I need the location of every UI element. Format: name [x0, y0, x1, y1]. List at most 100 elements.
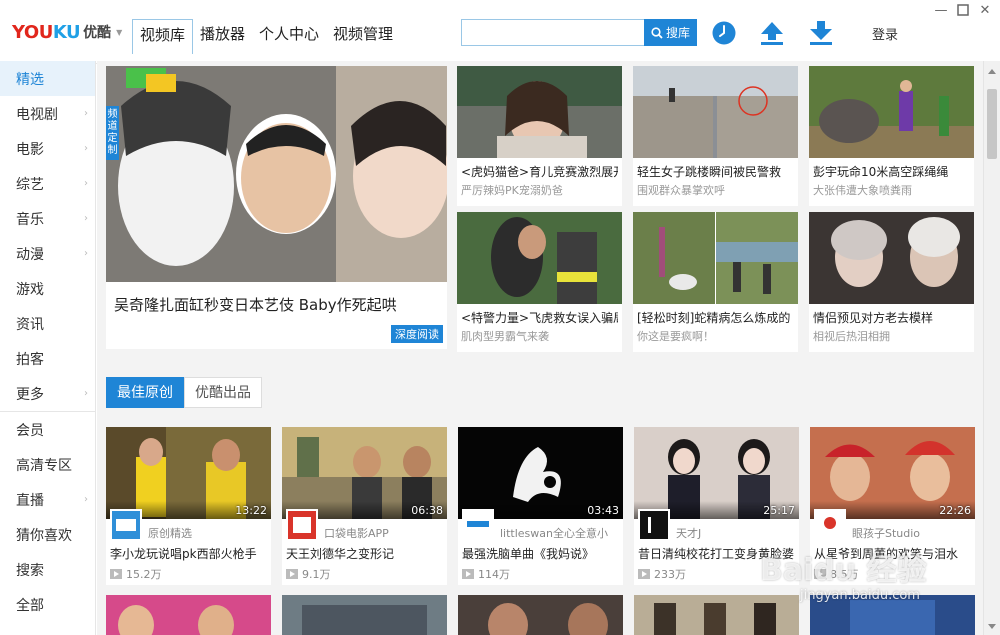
sidebar-item-tv[interactable]: 电视剧 › — [0, 96, 95, 131]
maximize-icon[interactable] — [955, 4, 971, 18]
video-thumbnail-art — [458, 595, 623, 635]
sidebar-item-music[interactable]: 音乐 › — [0, 201, 95, 236]
video-thumbnail: 06:38 — [282, 427, 447, 519]
login-link[interactable]: 登录 — [872, 24, 898, 43]
tab-best-original[interactable]: 最佳原创 — [106, 377, 184, 408]
card-subtitle: 肌肉型男霸气来袭 — [461, 330, 549, 343]
channel-custom-tag[interactable]: 频道定制 — [106, 106, 119, 160]
video-title[interactable]: 天王刘德华之变形记 — [286, 545, 443, 562]
card-thumbnail — [457, 212, 622, 304]
sidebar-item-movies[interactable]: 电影 › — [0, 131, 95, 166]
grid-card[interactable]: 轻生女子跳楼瞬间被民警救 围观群众暴掌欢呼 — [633, 66, 798, 206]
sidebar-item-label: 动漫 — [16, 246, 44, 263]
channel-avatar[interactable] — [638, 509, 670, 541]
grid-card[interactable]: <虎妈猫爸>育儿竞赛激烈展开 严厉辣妈PK宠溺奶爸 — [457, 66, 622, 206]
video-title[interactable]: 最强洗脑单曲《我妈说》 — [462, 545, 619, 562]
sidebar-item-live[interactable]: 直播 › — [0, 482, 95, 517]
video-card[interactable]: 25:17 天才J 昔日清纯校花打工变身黄脸婆 233万 — [634, 427, 799, 585]
youku-logo[interactable]: YOUKU 优酷 ▼ — [12, 20, 122, 44]
main-content: 频道定制 吴奇隆扎面缸秒变日本艺伎 Baby作死起哄 深度阅读 <虎妈猫爸>育儿… — [97, 61, 983, 635]
video-duration: 22:26 — [939, 504, 971, 517]
sidebar-item-games[interactable]: 游戏 — [0, 271, 95, 306]
play-count-icon — [286, 569, 298, 579]
grid-card[interactable]: [轻松时刻]蛇精病怎么炼成的 你这是要疯啊！ — [633, 212, 798, 352]
search-input[interactable] — [461, 19, 644, 46]
channel-name[interactable]: 口袋电影APP — [324, 525, 444, 541]
grid-card[interactable]: 情侣预见对方老去模样 相视后热泪相拥 — [809, 212, 974, 352]
video-title[interactable]: 昔日清纯校花打工变身黄脸婆 — [638, 545, 795, 562]
video-title[interactable]: 从星爷到周董的欢笑与泪水 — [814, 545, 971, 562]
sidebar-item-recommend[interactable]: 猜你喜欢 — [0, 517, 95, 552]
card-title[interactable]: 情侣预见对方老去模样 — [813, 309, 970, 326]
download-icon[interactable] — [808, 20, 834, 46]
featured-banner[interactable]: 频道定制 吴奇隆扎面缸秒变日本艺伎 Baby作死起哄 深度阅读 — [106, 66, 447, 349]
channel-avatar[interactable] — [286, 509, 318, 541]
scroll-thumb[interactable] — [987, 89, 997, 159]
sidebar-item-more[interactable]: 更多 › — [0, 376, 95, 411]
scroll-up-arrow-icon[interactable] — [988, 69, 996, 74]
channel-avatar[interactable] — [462, 509, 494, 541]
video-duration: 25:17 — [763, 504, 795, 517]
search-icon — [651, 26, 663, 39]
search-button[interactable]: 搜库 — [644, 19, 697, 46]
card-title[interactable]: <虎妈猫爸>育儿竞赛激烈展开 — [461, 163, 618, 180]
upload-icon[interactable] — [759, 20, 785, 46]
sidebar-item-variety[interactable]: 综艺 › — [0, 166, 95, 201]
video-card[interactable] — [458, 595, 623, 635]
card-title[interactable]: 轻生女子跳楼瞬间被民警救 — [637, 163, 794, 180]
deep-read-badge[interactable]: 深度阅读 — [391, 325, 443, 343]
video-duration: 06:38 — [411, 504, 443, 517]
tab-personal-center[interactable]: 个人中心 — [252, 19, 326, 53]
tab-video-management[interactable]: 视频管理 — [326, 19, 400, 53]
channel-avatar[interactable] — [110, 509, 142, 541]
close-icon[interactable]: ✕ — [977, 4, 993, 18]
card-subtitle: 严厉辣妈PK宠溺奶爸 — [461, 184, 563, 197]
card-title[interactable]: 彭宇玩命10米高空踩绳绳 — [813, 163, 970, 180]
history-clock-icon[interactable] — [711, 20, 737, 46]
sidebar-item-label: 游戏 — [16, 281, 44, 298]
channel-name[interactable]: 眼孩子Studio — [852, 525, 972, 541]
video-card[interactable]: 06:38 口袋电影APP 天王刘德华之变形记 9.1万 — [282, 427, 447, 585]
minimize-icon[interactable]: — — [933, 4, 949, 18]
logo-text: YOUKU — [12, 21, 81, 43]
grid-card[interactable]: 彭宇玩命10米高空踩绳绳 大张伟遭大象喷粪雨 — [809, 66, 974, 206]
video-card[interactable]: 22:26 眼孩子Studio 从星爷到周董的欢笑与泪水 8.5万 — [810, 427, 975, 585]
featured-title[interactable]: 吴奇隆扎面缸秒变日本艺伎 Baby作死起哄 — [114, 294, 397, 315]
video-card[interactable] — [282, 595, 447, 635]
video-thumbnail-art — [282, 595, 447, 635]
sidebar-item-anime[interactable]: 动漫 › — [0, 236, 95, 271]
sidebar-item-hd[interactable]: 高清专区 — [0, 447, 95, 482]
grid-card[interactable]: <特警力量>飞虎救女误入骗局 肌肉型男霸气来袭 — [457, 212, 622, 352]
featured-scene — [106, 66, 447, 282]
card-title[interactable]: <特警力量>飞虎救女误入骗局 — [461, 309, 618, 326]
channel-avatar[interactable] — [814, 509, 846, 541]
channel-name[interactable]: 原创精选 — [148, 525, 268, 541]
video-duration: 03:43 — [587, 504, 619, 517]
view-count: 9.1万 — [286, 566, 331, 582]
video-thumbnail: 03:43 — [458, 427, 623, 519]
video-card[interactable] — [810, 595, 975, 635]
sidebar-item-search[interactable]: 搜索 — [0, 552, 95, 587]
sidebar-item-vip[interactable]: 会员 — [0, 412, 95, 447]
tab-youku-produced[interactable]: 优酷出品 — [184, 377, 262, 408]
sidebar-item-label: 全部 — [16, 597, 44, 614]
video-card[interactable]: 03:43 littleswan全心全意小 最强洗脑单曲《我妈说》 114万 — [458, 427, 623, 585]
vertical-scrollbar[interactable] — [983, 61, 1000, 635]
chevron-down-icon[interactable]: ▼ — [116, 28, 122, 37]
card-thumbnail-art — [633, 66, 798, 158]
sidebar-item-news[interactable]: 资讯 — [0, 306, 95, 341]
video-card[interactable] — [634, 595, 799, 635]
sidebar-item-all[interactable]: 全部 — [0, 587, 95, 622]
video-card[interactable]: 13:22 原创精选 李小龙玩说唱pk西部火枪手 15.2万 — [106, 427, 271, 585]
card-title[interactable]: [轻松时刻]蛇精病怎么炼成的 — [637, 309, 794, 326]
tab-player[interactable]: 播放器 — [193, 19, 252, 53]
channel-name[interactable]: littleswan全心全意小 — [500, 525, 620, 541]
sidebar-item-paike[interactable]: 拍客 — [0, 341, 95, 376]
video-card[interactable] — [106, 595, 271, 635]
video-title[interactable]: 李小龙玩说唱pk西部火枪手 — [110, 545, 267, 562]
channel-name[interactable]: 天才J — [676, 525, 796, 541]
sidebar-item-featured[interactable]: 精选 — [0, 61, 95, 96]
chevron-right-icon: › — [84, 494, 88, 505]
scroll-down-arrow-icon[interactable] — [988, 624, 996, 629]
tab-video-library[interactable]: 视频库 — [132, 19, 194, 54]
